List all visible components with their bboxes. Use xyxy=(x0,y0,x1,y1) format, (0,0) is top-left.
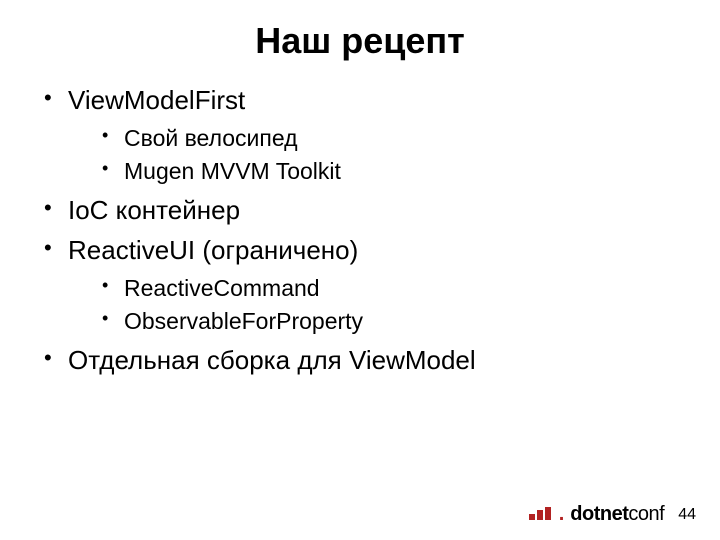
slide-footer: . dotnetconf 44 xyxy=(529,503,696,526)
list-item-text: Mugen MVVM Toolkit xyxy=(124,158,341,184)
sub-list: Свой велосипед Mugen MVVM Toolkit xyxy=(68,122,720,189)
list-item: ReactiveUI (ограничено) ReactiveCommand … xyxy=(40,232,720,338)
list-item-text: ReactiveUI (ограничено) xyxy=(68,235,358,265)
slide-title: Наш рецепт xyxy=(0,0,720,72)
brand-mark-icon xyxy=(529,507,551,520)
brand-logo: . dotnetconf xyxy=(529,503,664,526)
list-item-text: ViewModelFirst xyxy=(68,85,245,115)
list-item-text: ObservableForProperty xyxy=(124,308,363,334)
list-item-text: IoC контейнер xyxy=(68,195,240,225)
list-item: Mugen MVVM Toolkit xyxy=(100,155,720,188)
brand-name: dotnetconf xyxy=(570,503,664,526)
brand-dot: . xyxy=(559,503,565,526)
slide: Наш рецепт ViewModelFirst Свой велосипед… xyxy=(0,0,720,540)
list-item-text: ReactiveCommand xyxy=(124,275,320,301)
list-item: ViewModelFirst Свой велосипед Mugen MVVM… xyxy=(40,82,720,188)
list-item-text: Свой велосипед xyxy=(124,125,298,151)
sub-list: ReactiveCommand ObservableForProperty xyxy=(68,272,720,339)
bullet-list: ViewModelFirst Свой велосипед Mugen MVVM… xyxy=(0,72,720,380)
list-item: ReactiveCommand xyxy=(100,272,720,305)
list-item: Отдельная сборка для ViewModel xyxy=(40,342,720,380)
list-item-text: Отдельная сборка для ViewModel xyxy=(68,345,476,375)
list-item: Свой велосипед xyxy=(100,122,720,155)
list-item: IoC контейнер xyxy=(40,192,720,230)
page-number: 44 xyxy=(678,506,696,524)
list-item: ObservableForProperty xyxy=(100,305,720,338)
